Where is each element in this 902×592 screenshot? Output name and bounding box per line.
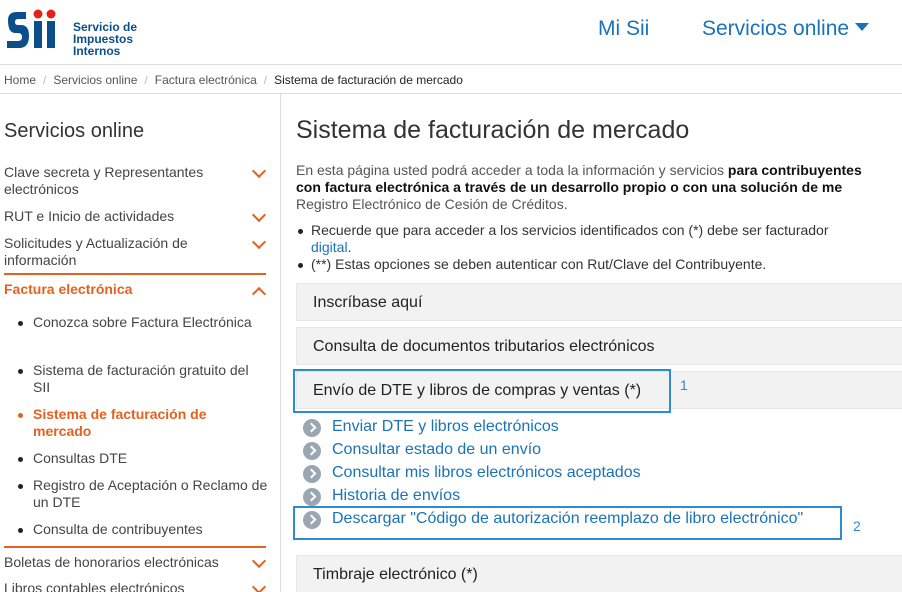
sii-logo[interactable]: Servicio de Impuestos Internos: [4, 6, 144, 58]
intro-text: En esta página usted podrá acceder a tod…: [296, 162, 728, 178]
sidebar-item-label: Factura electrónica: [4, 281, 133, 297]
chevron-down-icon: [251, 163, 267, 179]
sidebar-item-label: Solicitudes y Actualización de informaci…: [4, 235, 188, 268]
sidebar-item-label: Boletas de honorarios electrónicas: [4, 554, 219, 570]
chevron-up-icon: [251, 286, 267, 302]
accordion-consulta-documentos[interactable]: Consulta de documentos tributarios elect…: [296, 327, 902, 365]
link-historia-envios[interactable]: Historia de envíos: [303, 487, 461, 506]
arrow-right-icon: [303, 488, 321, 506]
breadcrumb-separator: /: [144, 73, 148, 87]
intro-bold: para contribuyentes: [727, 162, 862, 178]
arrow-right-icon: [303, 442, 321, 460]
breadcrumb-current: Sistema de facturación de mercado: [274, 73, 463, 87]
breadcrumb-home[interactable]: Home: [4, 73, 36, 87]
highlight-number: 2: [853, 518, 861, 534]
chevron-down-icon: [251, 234, 267, 250]
sidebar: Servicios online Clave secreta y Represe…: [0, 94, 281, 592]
link-label: Consultar mis libros electrónicos acepta…: [332, 464, 641, 481]
notes-list: Recuerde que para acceder a los servicio…: [296, 222, 902, 273]
sidebar-item-boletas-honorarios[interactable]: Boletas de honorarios electrónicas: [4, 553, 267, 571]
nav-servicios-online-menu[interactable]: Servicios online: [702, 17, 870, 41]
sidebar-item-clave-secreta[interactable]: Clave secreta y Representantes electróni…: [4, 163, 267, 198]
arrow-right-icon: [303, 465, 321, 483]
section-divider: [4, 273, 266, 275]
sidebar-item-rut[interactable]: RUT e Inicio de actividades: [4, 207, 267, 225]
accordion-inscribase[interactable]: Inscríbase aquí: [296, 283, 902, 321]
note-item: Recuerde que para acceder a los servicio…: [296, 222, 902, 256]
breadcrumb-separator: /: [43, 73, 47, 87]
accordion-timbraje[interactable]: Timbraje electrónico (*): [296, 555, 902, 592]
link-consultar-estado[interactable]: Consultar estado de un envío: [303, 441, 542, 460]
caret-down-icon: [855, 23, 870, 32]
arrow-right-icon: [303, 419, 321, 437]
breadcrumb: Home / Servicios online / Factura electrónic…: [0, 64, 902, 94]
sii-logo-mark: [7, 9, 56, 48]
breadcrumb-factura-electronica[interactable]: Factura electrónica: [155, 73, 257, 87]
breadcrumb-separator: /: [263, 73, 268, 87]
page-title: Sistema de facturación de mercado: [296, 116, 690, 144]
note-item: (**) Estas opciones se deben autenticar …: [296, 256, 902, 273]
link-enviar-dte[interactable]: Enviar DTE y libros electrónicos: [303, 418, 559, 437]
link-label: Enviar DTE y libros electrónicos: [332, 418, 559, 435]
chevron-down-icon: [251, 553, 267, 569]
sidebar-title: Servicios online: [4, 120, 145, 142]
sidebar-item-libros-contables[interactable]: Libros contables electrónicos: [4, 579, 267, 592]
subitem-consulta-contribuyentes[interactable]: Consulta de contribuyentes: [18, 521, 268, 538]
highlight-box: [293, 369, 671, 413]
chevron-down-icon: [251, 207, 267, 223]
breadcrumb-servicios-online[interactable]: Servicios online: [53, 73, 137, 87]
subitem-conozca-factura[interactable]: Conozca sobre Factura Electrónica: [18, 314, 268, 331]
subitem-registro-aceptacion[interactable]: Registro de Aceptación o Reclamo de un D…: [18, 477, 268, 511]
highlight-number: 1: [680, 377, 688, 393]
logo-line-3: Internos: [73, 44, 121, 58]
subitem-consultas-dte[interactable]: Consultas DTE: [18, 450, 268, 467]
note-end: .: [347, 239, 352, 255]
link-label: Historia de envíos: [332, 487, 461, 504]
sidebar-item-label: RUT e Inicio de actividades: [4, 208, 175, 224]
subitem-facturacion-mercado[interactable]: Sistema de facturación de mercado: [18, 406, 268, 440]
link-label: Consultar estado de un envío: [332, 441, 542, 458]
sidebar-item-label: Libros contables electrónicos: [4, 580, 185, 592]
site-header: Servicio de Impuestos Internos Mi Sii Se…: [0, 0, 902, 64]
logo-wordmark: Servicio de Impuestos Internos: [73, 21, 137, 57]
note-text: Recuerde que para acceder a los servicio…: [311, 222, 829, 238]
intro-text: Registro Electrónico de Cesión de Crédit…: [296, 196, 568, 212]
intro-paragraph: En esta página usted podrá acceder a tod…: [296, 162, 902, 213]
chevron-down-icon: [251, 579, 267, 592]
sidebar-item-factura-electronica[interactable]: Factura electrónica: [4, 281, 267, 302]
sidebar-item-solicitudes[interactable]: Solicitudes y Actualización de informaci…: [4, 234, 267, 269]
nav-servicios-label: Servicios online: [702, 17, 850, 40]
section-divider: [4, 546, 266, 548]
nav-mi-sii-link[interactable]: Mi Sii: [598, 17, 649, 41]
link-consultar-libros[interactable]: Consultar mis libros electrónicos acepta…: [303, 464, 641, 483]
intro-bold: con factura electrónica a través de un d…: [296, 179, 843, 195]
highlight-box: [293, 506, 842, 540]
subitem-facturacion-gratuito[interactable]: Sistema de facturación gratuito del SII: [18, 362, 268, 396]
sidebar-item-label: Clave secreta y Representantes electróni…: [4, 164, 204, 197]
digital-link[interactable]: digital: [311, 239, 348, 255]
